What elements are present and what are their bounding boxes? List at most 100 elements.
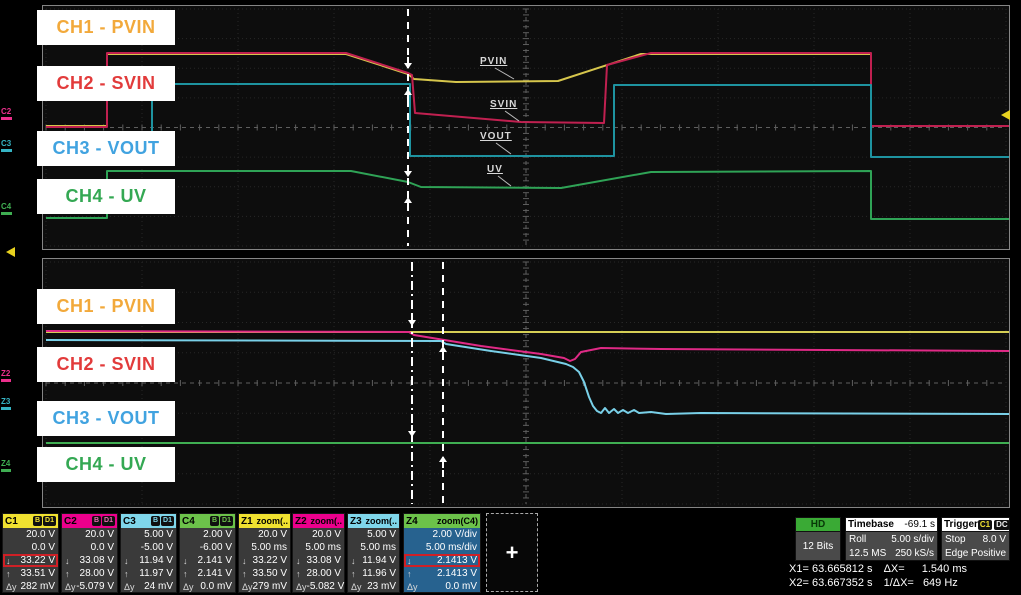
descriptor-header: C3BD1: [121, 514, 176, 528]
trigger-mode: Stop: [945, 534, 966, 545]
zoom-descriptor-z2[interactable]: Z2zoom(..20.0 V5.00 ms↓33.08 V↑28.00 VΔy…: [292, 513, 345, 593]
descriptor-header: C4BD1: [180, 514, 235, 528]
label-ch4-uv-bottom: CH4 - UV: [37, 447, 175, 482]
trace-c4-uv[interactable]: [46, 171, 1009, 219]
cursor-arrow-up-icon: [439, 346, 447, 358]
channel-d1-badge: D1: [220, 516, 233, 526]
trigger-level-marker-icon[interactable]: [1001, 110, 1010, 120]
trigger-time-marker-icon[interactable]: [6, 247, 15, 257]
descriptor-header: Z4zoom(C4): [404, 514, 480, 528]
cursor-arrow-down-icon: [408, 425, 416, 437]
descriptor-row: 2.00 V: [180, 528, 235, 541]
label-ch4-uv-top: CH4 - UV: [37, 179, 175, 214]
add-trace-button[interactable]: +: [486, 513, 538, 592]
offset-marker-c3[interactable]: C3: [1, 139, 12, 152]
descriptor-row: Δy-5.082 V: [293, 580, 344, 593]
cursor-readout-line2: X2= 63.667352 s 1/ΔX= 649 Hz: [789, 576, 967, 590]
descriptor-row: ↓11.94 V: [348, 554, 399, 567]
channel-descriptor-c3[interactable]: C3BD15.00 V-5.00 V↓11.94 V↑11.97 VΔy24 m…: [120, 513, 177, 593]
descriptor-row: ↓33.22 V: [239, 554, 290, 567]
annotation-pvin: PVIN: [480, 56, 514, 79]
descriptor-row: ↓2.1413 V: [404, 554, 480, 567]
offset-marker-z2[interactable]: Z2: [1, 369, 11, 382]
descriptor-header: Z1zoom(..: [239, 514, 290, 528]
trigger-type: Edge: [945, 548, 968, 559]
descriptor-row: -5.00 V: [121, 541, 176, 554]
channel-b-badge: B: [92, 516, 101, 526]
descriptor-row: Δy24 mV: [121, 580, 176, 593]
trigger-coupling-badge: DC: [994, 520, 1010, 530]
label-ch2-svin-top: CH2 - SVIN: [37, 66, 175, 101]
channel-descriptor-c2[interactable]: C2BD120.0 V0.0 V↓33.08 V↑28.00 VΔy-5.079…: [61, 513, 118, 593]
descriptor-row: Δy-5.079 V: [62, 580, 117, 593]
descriptor-row: ↑2.141 V: [180, 567, 235, 580]
offset-marker-c4[interactable]: C4: [1, 202, 12, 215]
descriptor-header: C1BD1: [3, 514, 58, 528]
plus-icon: +: [506, 540, 519, 566]
zoom-descriptor-z4[interactable]: Z4zoom(C4)2.00 V/div5.00 ms/div↓2.1413 V…: [403, 513, 481, 593]
descriptor-row: ↓33.22 V: [3, 554, 58, 567]
top-waveform-area: PVIN SVIN VOUT UV: [43, 6, 1009, 249]
timebase-title: Timebase: [848, 519, 894, 530]
descriptor-header: Z2zoom(..: [293, 514, 344, 528]
offset-marker-z3[interactable]: Z3: [1, 397, 11, 410]
descriptor-row: 20.0 V: [62, 528, 117, 541]
timebase-panel[interactable]: Timebase -69.1 s Roll 5.00 s/div 12.5 MS…: [845, 517, 938, 561]
trigger-panel[interactable]: Trigger C1 DC Stop 8.0 V Edge Positive: [941, 517, 1010, 561]
top-graticule[interactable]: PVIN SVIN VOUT UV: [42, 5, 1010, 250]
trigger-title: Trigger: [944, 519, 978, 530]
cursor-arrow-down-icon: [408, 314, 416, 326]
cursor-arrow-down-icon: [404, 165, 412, 177]
channel-descriptor-c1[interactable]: C1BD120.0 V0.0 V↓33.22 V↑33.51 VΔy282 mV: [2, 513, 59, 593]
svg-text:SVIN: SVIN: [490, 99, 517, 110]
descriptor-row: ↓11.94 V: [121, 554, 176, 567]
descriptor-row: Δy282 mV: [3, 580, 58, 593]
offset-marker-z4[interactable]: Z4: [1, 459, 11, 472]
annotation-vout: VOUT: [480, 131, 512, 154]
descriptor-header: Z3zoom(..: [348, 514, 399, 528]
descriptor-row: 5.00 ms: [348, 541, 399, 554]
trigger-level: 8.0 V: [983, 534, 1006, 545]
svg-text:UV: UV: [487, 164, 503, 175]
descriptor-row: ↑2.1413 V: [404, 567, 480, 580]
trigger-slope: Positive: [971, 548, 1006, 559]
bits-label: 12 Bits: [795, 532, 841, 561]
channel-b-badge: B: [151, 516, 160, 526]
cursor-arrow-up-icon: [404, 197, 412, 209]
cursor-readout: X1= 63.665812 s ΔX= 1.540 ms X2= 63.6673…: [789, 562, 967, 590]
cursor-arrow-up-icon: [439, 456, 447, 468]
channel-descriptor-c4[interactable]: C4BD12.00 V-6.00 V↓2.141 V↑2.141 VΔy0.0 …: [179, 513, 236, 593]
cursor-arrow-down-icon: [404, 57, 412, 69]
zoom-descriptor-z3[interactable]: Z3zoom(..5.00 V5.00 ms↓11.94 V↑11.96 VΔy…: [347, 513, 400, 593]
timebase-rate: 250 kS/s: [895, 548, 934, 559]
descriptor-header: C2BD1: [62, 514, 117, 528]
descriptor-row: ↓33.08 V: [62, 554, 117, 567]
descriptor-row: ↑28.00 V: [293, 567, 344, 580]
cursor-readout-line1: X1= 63.665812 s ΔX= 1.540 ms: [789, 562, 967, 576]
offset-marker-c2[interactable]: C2: [1, 107, 12, 120]
timebase-samples: 12.5 MS: [849, 548, 886, 559]
label-ch3-vout-top: CH3 - VOUT: [37, 131, 175, 166]
descriptor-row: ↓33.08 V: [293, 554, 344, 567]
descriptor-row: 5.00 V: [121, 528, 176, 541]
descriptor-row: ↑33.51 V: [3, 567, 58, 580]
timebase-mode: Roll: [849, 534, 866, 545]
svg-text:VOUT: VOUT: [480, 131, 512, 142]
bottom-waveform-area: [43, 259, 1009, 507]
bottom-graticule[interactable]: [42, 258, 1010, 508]
label-ch2-svin-bottom: CH2 - SVIN: [37, 347, 175, 382]
svg-text:PVIN: PVIN: [480, 56, 507, 67]
descriptor-row: 0.0 V: [62, 541, 117, 554]
descriptor-row: 5.00 V: [348, 528, 399, 541]
descriptor-row: 20.0 V: [239, 528, 290, 541]
descriptor-row: ↑33.50 V: [239, 567, 290, 580]
channel-b-badge: B: [210, 516, 219, 526]
acquisition-panel[interactable]: HD 12 Bits: [795, 517, 841, 561]
channel-d1-badge: D1: [43, 516, 56, 526]
descriptor-row: Δy23 mV: [348, 580, 399, 593]
label-ch1-pvin-bottom: CH1 - PVIN: [37, 289, 175, 324]
descriptor-row: 5.00 ms: [239, 541, 290, 554]
trace-c3-vout[interactable]: [46, 84, 1009, 158]
annotation-svin: SVIN: [490, 99, 519, 121]
zoom-descriptor-z1[interactable]: Z1zoom(..20.0 V5.00 ms↓33.22 V↑33.50 VΔy…: [238, 513, 291, 593]
